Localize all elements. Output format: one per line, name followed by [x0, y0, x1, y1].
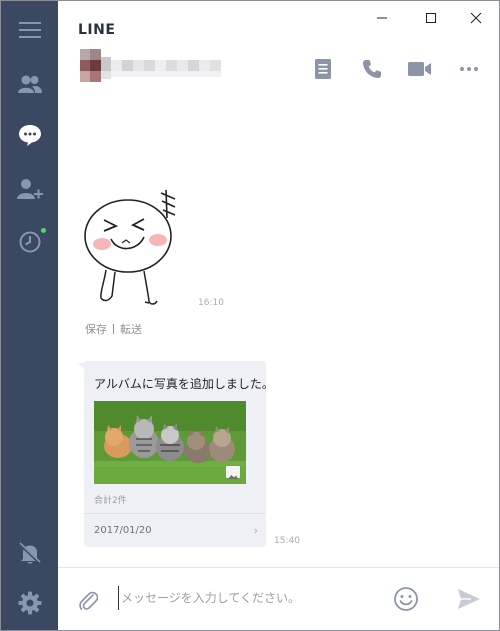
send-button[interactable]: [455, 585, 483, 613]
video-call-button[interactable]: [408, 57, 432, 81]
kittens-photo: [94, 401, 246, 484]
album-date: 2017/01/20: [94, 525, 152, 536]
sticker-actions: 保存 転送: [85, 321, 142, 337]
send-icon: [458, 589, 480, 609]
save-link[interactable]: 保存: [85, 321, 107, 337]
message-input[interactable]: [118, 586, 388, 610]
close-icon: [470, 12, 482, 24]
emoji-button[interactable]: [392, 585, 420, 613]
menu-button[interactable]: [1, 10, 58, 50]
laughing-face-sticker[interactable]: [82, 188, 192, 308]
sidebar: [1, 1, 58, 630]
line-window: LINE 16:10 保存 転送 アルバムに写真を追加しました。 合計2件 20…: [0, 0, 500, 631]
note-icon: [315, 59, 331, 79]
album-timestamp: 15:40: [274, 536, 300, 546]
smiley-icon: [394, 587, 418, 611]
minimize-icon: [377, 17, 387, 19]
maximize-icon: [426, 13, 436, 23]
clock-icon: [19, 231, 40, 253]
add-friend-icon: [16, 179, 43, 199]
album-message-card[interactable]: アルバムに写真を追加しました。 合計2件 2017/01/20 ›: [84, 361, 274, 547]
close-button[interactable]: [465, 7, 487, 29]
divider: [113, 324, 114, 334]
divider: [84, 513, 266, 514]
forward-link[interactable]: 転送: [120, 321, 142, 337]
bell-off-icon: [18, 542, 41, 565]
sidebar-item-timeline[interactable]: [1, 222, 58, 262]
contact-name-censored: [80, 49, 222, 82]
chat-bubble-icon: [18, 125, 41, 146]
hamburger-icon: [18, 22, 41, 38]
chevron-right-icon[interactable]: ›: [254, 524, 258, 537]
attach-button[interactable]: [74, 586, 102, 614]
sticker-timestamp: 16:10: [198, 298, 224, 308]
more-icon: [460, 67, 478, 71]
friends-icon: [17, 75, 42, 93]
settings-button[interactable]: [1, 583, 58, 623]
notifications-button[interactable]: [1, 533, 58, 573]
minimize-button[interactable]: [371, 7, 393, 29]
sidebar-item-add-friend[interactable]: [1, 169, 58, 209]
sidebar-item-chats[interactable]: [1, 115, 58, 155]
app-title: LINE: [78, 22, 116, 38]
album-count: 合計2件: [94, 496, 127, 506]
voice-call-button[interactable]: [360, 57, 384, 81]
album-photo[interactable]: [94, 401, 246, 484]
video-icon: [408, 62, 431, 76]
phone-icon: [363, 60, 381, 78]
chat-panel: LINE 16:10 保存 転送 アルバムに写真を追加しました。 合計2件 20…: [58, 1, 499, 630]
maximize-button[interactable]: [420, 7, 442, 29]
album-title: アルバムに写真を追加しました。: [94, 377, 274, 391]
timeline-new-indicator: [41, 228, 46, 233]
sidebar-item-friends[interactable]: [1, 64, 58, 104]
paperclip-icon: [79, 591, 98, 610]
gear-icon: [18, 591, 41, 615]
image-icon: [226, 466, 240, 479]
note-button[interactable]: [311, 57, 335, 81]
more-button[interactable]: [457, 57, 481, 81]
message-list[interactable]: 16:10 保存 転送 アルバムに写真を追加しました。 合計2件 2017/01…: [58, 93, 499, 567]
message-input-bar: [58, 567, 499, 630]
